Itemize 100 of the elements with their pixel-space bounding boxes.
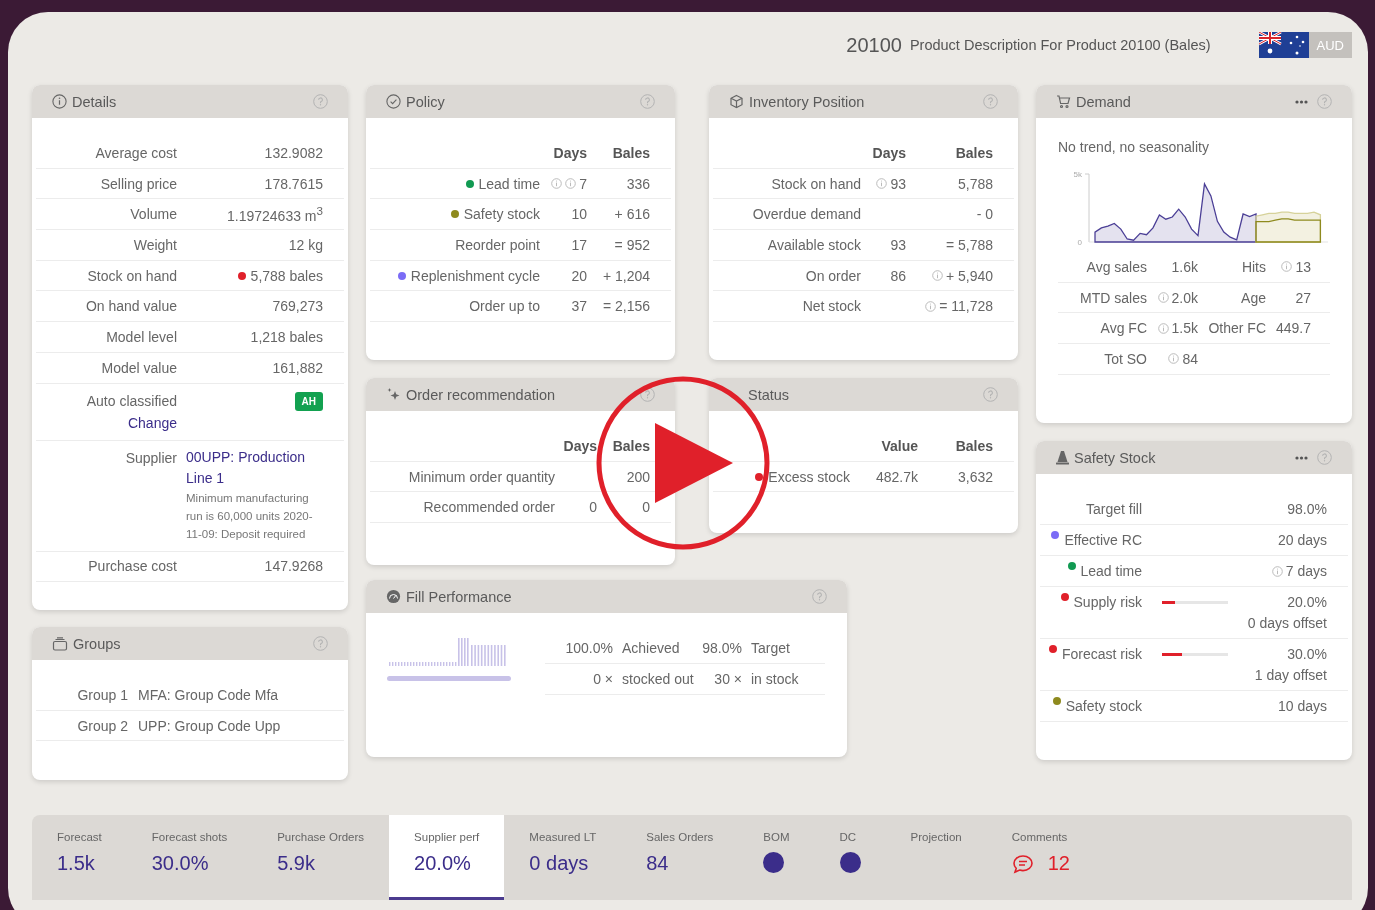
- help-icon[interactable]: [1317, 450, 1332, 465]
- help-icon[interactable]: [983, 387, 998, 402]
- table-cell: = 952: [614, 236, 650, 253]
- metric-label: Target: [750, 639, 791, 657]
- field-value: 161,882: [272, 359, 323, 376]
- tray-icon: [52, 636, 68, 651]
- table-cell: 3,632: [957, 468, 993, 485]
- row-note: 0 days offset: [1246, 614, 1327, 632]
- column-header: Bales: [612, 144, 650, 161]
- row-value: 20.0%: [1287, 593, 1327, 611]
- group-label: Group 1: [77, 686, 128, 703]
- field-label: Model value: [101, 359, 177, 376]
- column-header: Bales: [955, 437, 993, 454]
- supplier-link[interactable]: 00UPP: Production Line 1: [186, 446, 323, 489]
- metric-label: Achieved: [621, 639, 681, 657]
- stat-value: 1.6k: [1171, 258, 1198, 275]
- field-value: 1,218 bales: [250, 328, 323, 345]
- classification-badge: AH: [294, 391, 323, 411]
- dot-icon: [763, 852, 785, 873]
- bottom-tab[interactable]: Supplier perf 20.0%: [389, 815, 505, 900]
- metric-value: 98.0%: [701, 639, 742, 657]
- bottom-tab[interactable]: DC: [814, 815, 886, 900]
- help-icon[interactable]: [983, 94, 998, 109]
- table-cell: 86: [890, 267, 906, 284]
- table-cell: 0: [642, 499, 650, 516]
- row-label: Net stock: [802, 298, 861, 315]
- field-label: Supplier: [125, 448, 177, 468]
- row-label: Target fill: [1085, 500, 1142, 518]
- row-label: Supply risk: [1073, 593, 1142, 611]
- table-cell: + 616: [614, 206, 650, 223]
- table-cell: 200: [626, 468, 650, 485]
- table-cell: 336: [626, 175, 650, 192]
- card-title: Inventory Position: [749, 93, 865, 110]
- bottom-tab[interactable]: Measured LT 0 days: [504, 815, 622, 900]
- speech-bubble-icon: [1011, 853, 1034, 874]
- card-title: Fill Performance: [406, 588, 512, 605]
- column-header: Days: [563, 437, 597, 454]
- field-label: On hand value: [85, 298, 177, 315]
- column-header: Days: [553, 144, 587, 161]
- stat-value: 2.0k: [1171, 289, 1198, 306]
- row-label: Replenishment cycle: [410, 267, 540, 284]
- more-icon[interactable]: [1295, 99, 1308, 104]
- row-label: Lead time: [478, 175, 540, 192]
- table-cell: 93: [890, 236, 906, 253]
- row-label: On order: [805, 267, 861, 284]
- metric-label: in stock: [750, 670, 800, 688]
- bottom-tab[interactable]: Forecast shots 30.0%: [126, 815, 253, 900]
- y-tick-label: 5k: [1073, 170, 1082, 179]
- bottom-tab[interactable]: Forecast 1.5k: [32, 815, 127, 900]
- bottom-tab[interactable]: Projection: [885, 815, 987, 900]
- field-label: Purchase cost: [88, 558, 177, 575]
- more-icon[interactable]: [1295, 455, 1308, 460]
- help-icon[interactable]: [1317, 94, 1332, 109]
- currency-badge: AUD: [1308, 32, 1352, 58]
- supplier-note: Minimum manufacturing run is 60,000 units 2020-11-09: Deposit required: [186, 490, 314, 542]
- sparkle-icon: [386, 387, 401, 402]
- table-cell: 482.7k: [875, 468, 918, 485]
- stat-label: Age: [1241, 289, 1266, 306]
- help-icon[interactable]: [313, 636, 328, 651]
- stat-label: Other FC: [1208, 320, 1266, 337]
- field-value: 12 kg: [288, 236, 323, 253]
- stat-value: 27: [1295, 289, 1311, 306]
- table-cell: + 1,204: [602, 267, 650, 284]
- row-label: Safety stock: [1065, 697, 1142, 715]
- metric-value: 30 ×: [713, 670, 742, 688]
- help-icon[interactable]: [640, 387, 655, 402]
- metric-value: 100.0%: [564, 639, 613, 657]
- bottom-tab[interactable]: BOM: [738, 815, 815, 900]
- help-icon[interactable]: [313, 94, 328, 109]
- card-title: Policy: [406, 93, 445, 110]
- card-title: Groups: [73, 635, 121, 652]
- bottom-tab[interactable]: Sales Orders 84: [621, 815, 739, 900]
- y-axis: [1084, 173, 1090, 243]
- stat-value: 84: [1182, 350, 1198, 367]
- card-title: Safety Stock: [1074, 449, 1156, 466]
- field-label: Weight: [133, 236, 177, 253]
- change-link[interactable]: Change: [127, 411, 177, 434]
- row-label: Stock on hand: [771, 175, 861, 192]
- cart-icon: [1056, 94, 1071, 109]
- row-value: 20 days: [1277, 531, 1327, 549]
- row-label: Forecast risk: [1061, 645, 1142, 663]
- row-label: Order up to: [469, 298, 540, 315]
- help-icon[interactable]: [640, 94, 655, 109]
- metric-label: stocked out: [621, 670, 695, 688]
- row-note: 1 day offset: [1253, 666, 1327, 684]
- table-cell: 17: [571, 236, 587, 253]
- field-label: Selling price: [100, 175, 177, 192]
- product-code: 20100: [846, 33, 902, 57]
- row-label: Effective RC: [1064, 531, 1142, 549]
- row-label: Overdue demand: [752, 206, 861, 223]
- table-cell: = 2,156: [602, 298, 650, 315]
- column-header: Bales: [955, 144, 993, 161]
- stat-label: Avg sales: [1086, 258, 1147, 275]
- table-cell: - 0: [976, 206, 993, 223]
- help-icon[interactable]: [812, 589, 827, 604]
- bottom-tab[interactable]: Comments 12: [986, 815, 1095, 900]
- bottom-tab[interactable]: Purchase Orders 5.9k: [252, 815, 390, 900]
- group-value: MFA: Group Code Mfa: [138, 686, 280, 703]
- field-value: 178.7615: [264, 175, 323, 192]
- cube-icon: [729, 94, 744, 109]
